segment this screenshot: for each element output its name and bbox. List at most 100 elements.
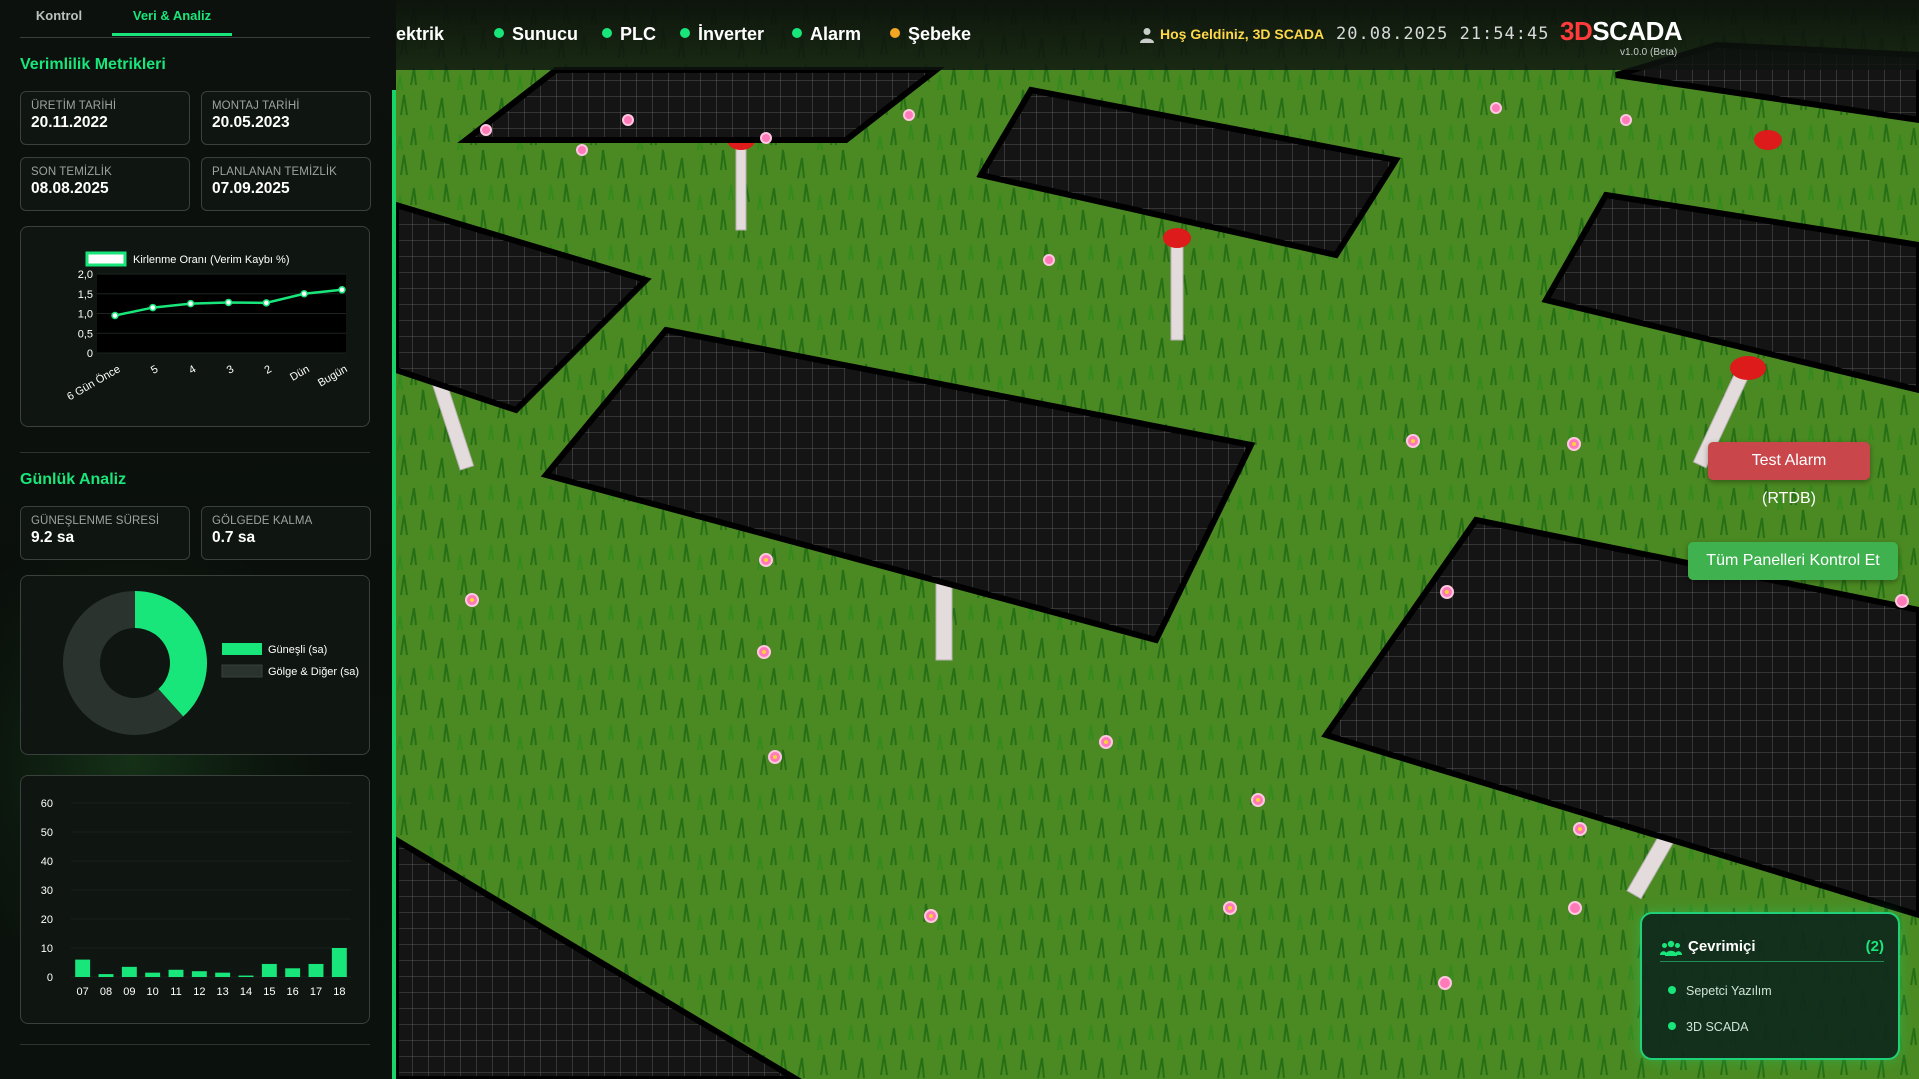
tab-control[interactable]: Kontrol [20, 0, 98, 36]
y-tick-label: 0 [87, 348, 93, 360]
legend-swatch [222, 643, 262, 655]
status-alarm-label: Alarm [810, 24, 862, 44]
daily-section-title: Günlük Analiz [20, 471, 127, 488]
data-point [338, 286, 346, 294]
sidebar-tabs: Kontrol Veri & Analiz [20, 0, 370, 38]
sunlight-donut-card: Güneşli (sa) Gölge & Diğer (sa) [20, 575, 370, 755]
hourly-bar-card: 60 50 40 30 20 10 0 07 08 09 10 11 12 13 14 15 16 17 18 [20, 775, 370, 1024]
x-tick-label: 13 [217, 986, 229, 998]
x-tick-label: 3 [225, 363, 236, 376]
bar [285, 968, 301, 977]
x-tick-label: Dün [288, 363, 311, 383]
bar [215, 972, 231, 977]
sidebar-scrollbar[interactable] [392, 90, 396, 1079]
x-tick-label: 6 Gün Önce [65, 363, 122, 403]
metric-installation-date: MONTAJ TARİHİ 20.05.2023 [201, 91, 371, 145]
bar [238, 975, 254, 977]
online-users-count: (2) [1865, 938, 1884, 955]
y-tick-label: 40 [41, 856, 53, 868]
y-tick-label: 0,5 [78, 328, 93, 340]
metric-value: 0.7 sa [212, 529, 256, 546]
sidebar: Kontrol Veri & Analiz Verimlilik Metrikl… [0, 0, 396, 1079]
x-tick-label: Bugün [316, 363, 350, 389]
bar [168, 969, 184, 977]
metric-shade-duration: GÖLGEDE KALMA 0.7 sa [201, 506, 371, 560]
status-dot-icon [680, 28, 690, 38]
bar [98, 974, 114, 977]
bar [308, 963, 324, 977]
y-tick-label: 2,0 [78, 269, 93, 281]
status-dot-icon [890, 28, 900, 38]
metric-sun-duration: GÜNEŞLENME SÜRESİ 9.2 sa [20, 506, 190, 560]
top-status-bar: ektrik Sunucu PLC İnverter Alarm Şebeke … [396, 0, 1919, 70]
user-icon [1140, 28, 1154, 43]
section-divider [20, 1044, 370, 1045]
data-point [186, 299, 195, 308]
bar [75, 959, 91, 977]
y-tick-label: 30 [41, 885, 53, 897]
metric-label: ÜRETİM TARİHİ [31, 100, 117, 112]
status-electric[interactable]: ektrik [396, 24, 444, 45]
status-alarm[interactable]: Alarm [792, 24, 861, 45]
status-inverter-label: İnverter [698, 24, 765, 44]
data-point [262, 299, 271, 307]
y-tick-label: 10 [41, 943, 53, 955]
metric-value: 08.08.2025 [31, 180, 109, 197]
metric-label: SON TEMİZLİK [31, 166, 112, 178]
online-users-header: Çevrimiçi (2) [1660, 936, 1884, 962]
online-user-item[interactable]: Sepetci Yazılım [1668, 984, 1772, 998]
bar [121, 966, 137, 977]
metric-last-cleaning: SON TEMİZLİK 08.08.2025 [20, 157, 190, 211]
y-tick-label: 1,5 [78, 289, 93, 301]
metric-label: PLANLANAN TEMİZLİK [212, 166, 337, 178]
status-inverter[interactable]: İnverter [680, 24, 764, 45]
legend-label: Güneşli (sa) [268, 644, 327, 656]
y-tick-label: 60 [41, 798, 53, 810]
x-tick-label: 09 [123, 986, 135, 998]
status-grid[interactable]: Şebeke [890, 24, 971, 45]
online-dot-icon [1668, 986, 1676, 994]
version-label: v1.0.0 (Beta) [1620, 47, 1678, 58]
bar [331, 948, 347, 977]
legend-label: Gölge & Diğer (sa) [268, 666, 359, 678]
metric-value: 9.2 sa [31, 529, 75, 546]
efficiency-section-title: Verimlilik Metrikleri [20, 56, 166, 73]
x-tick-label: 17 [310, 986, 322, 998]
online-user-name: Sepetci Yazılım [1686, 984, 1772, 998]
metric-label: GÖLGEDE KALMA [212, 515, 313, 527]
x-tick-label: 2 [263, 363, 274, 376]
data-point [149, 303, 157, 312]
brand-logo-accent: 3D [1560, 16, 1593, 46]
bar [261, 963, 277, 977]
status-dot-icon [494, 28, 504, 38]
y-tick-label: 1,0 [78, 309, 93, 321]
check-all-panels-button[interactable]: Tüm Panelleri Kontrol Et [1688, 542, 1898, 580]
online-dot-icon [1668, 1022, 1676, 1030]
online-users-panel: Çevrimiçi (2) Sepetci Yazılım 3D SCADA [1640, 912, 1900, 1060]
y-tick-label: 0 [47, 972, 53, 984]
status-plc-label: PLC [620, 24, 656, 44]
brand-logo-main: SCADA [1592, 16, 1683, 46]
status-server[interactable]: Sunucu [494, 24, 578, 45]
online-user-item[interactable]: 3D SCADA [1668, 1020, 1749, 1034]
x-tick-label: 11 [170, 986, 181, 998]
test-alarm-button[interactable]: Test Alarm (RTDB) [1708, 442, 1870, 507]
hourly-bar-chart: 60 50 40 30 20 10 0 07 08 09 10 11 12 13 14 15 16 17 18 [41, 798, 351, 998]
status-dot-icon [602, 28, 612, 38]
data-point [300, 290, 308, 298]
x-tick-label: 10 [147, 986, 159, 998]
status-server-label: Sunucu [512, 24, 578, 44]
legend-swatch [221, 664, 263, 678]
x-tick-label: 18 [333, 986, 345, 998]
metric-planned-cleaning: PLANLANAN TEMİZLİK 07.09.2025 [201, 157, 371, 211]
x-tick-label: 07 [77, 986, 89, 998]
soiling-chart-card: Kirlenme Oranı (Verim Kaybı %) 2,0 1,5 1,0 0… [20, 226, 370, 427]
metric-value: 20.05.2023 [212, 114, 290, 131]
status-plc[interactable]: PLC [602, 24, 656, 45]
legend-label: Kirlenme Oranı (Verim Kaybı %) [133, 254, 290, 266]
x-tick-label: 14 [240, 986, 252, 998]
x-tick-label: 4 [187, 363, 198, 376]
bar [191, 971, 207, 977]
status-dot-icon [792, 28, 802, 38]
tab-data-analysis[interactable]: Veri & Analiz [112, 0, 232, 36]
